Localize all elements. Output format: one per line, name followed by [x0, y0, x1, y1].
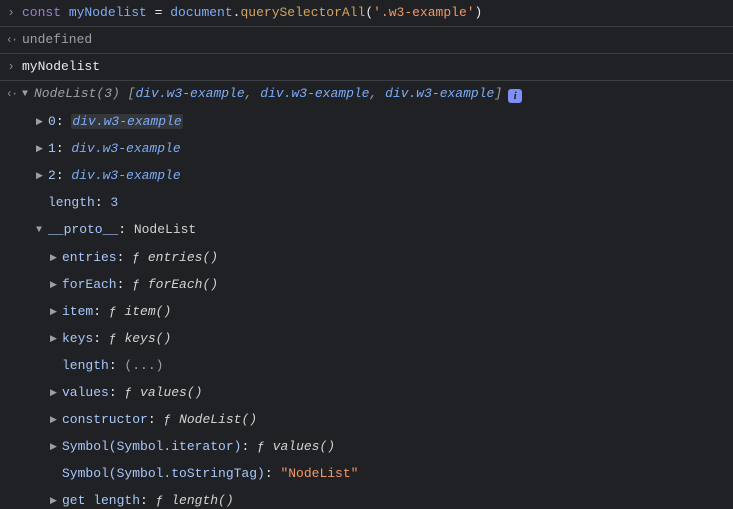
disclosure-triangle-down-icon[interactable]: ▼: [36, 219, 46, 243]
disclosure-triangle-icon[interactable]: ▶: [36, 110, 46, 134]
disclosure-triangle-icon[interactable]: ▶: [50, 408, 60, 432]
method-row[interactable]: ▶get length: ƒ length(): [0, 488, 733, 509]
method-row[interactable]: ▶keys: ƒ keys(): [0, 326, 733, 353]
disclosure-triangle-icon[interactable]: ▶: [50, 273, 60, 297]
method-row[interactable]: ▶forEach: ƒ forEach(): [0, 272, 733, 299]
element-preview[interactable]: div.w3-example: [260, 86, 369, 101]
length-value: 3: [110, 195, 118, 210]
index-key: 1: [48, 141, 56, 156]
method-row[interactable]: ▶item: ƒ item(): [0, 299, 733, 326]
disclosure-triangle-icon[interactable]: ▶: [50, 246, 60, 270]
element-preview[interactable]: div.w3-example: [135, 86, 244, 101]
method-qsa: querySelectorAll: [240, 5, 365, 20]
string-arg: '.w3-example': [373, 5, 474, 20]
disclosure-triangle-down-icon[interactable]: ▼: [22, 83, 32, 107]
disclosure-triangle-icon[interactable]: ▶: [50, 435, 60, 459]
proto-key: __proto__: [48, 222, 118, 237]
method-row[interactable]: ▶entries: ƒ entries(): [0, 245, 733, 272]
index-key: 0: [48, 114, 56, 129]
keyword-const: const: [22, 5, 61, 20]
undefined-result: undefined: [22, 28, 733, 52]
element-preview[interactable]: div.w3-example: [385, 86, 494, 101]
property-row[interactable]: length: 3: [0, 190, 733, 217]
console-input-1[interactable]: › const myNodelist = document.querySelec…: [0, 0, 733, 27]
console-output-1: undefined: [0, 27, 733, 54]
code-line: const myNodelist = document.querySelecto…: [22, 1, 733, 25]
disclosure-triangle-icon[interactable]: ▶: [50, 381, 60, 405]
property-row[interactable]: length: (...): [0, 353, 733, 380]
property-row[interactable]: ▶0: div.w3-example: [0, 109, 733, 136]
element-link[interactable]: div.w3-example: [71, 114, 182, 129]
property-row[interactable]: ▶1: div.w3-example: [0, 136, 733, 163]
output-icon: [0, 82, 22, 106]
identifier: myNodelist: [69, 5, 147, 20]
disclosure-triangle-icon[interactable]: ▶: [36, 137, 46, 161]
length-key: length: [48, 195, 95, 210]
disclosure-triangle-icon[interactable]: ▶: [50, 327, 60, 351]
element-link[interactable]: div.w3-example: [71, 168, 180, 183]
method-row[interactable]: ▶values: ƒ values(): [0, 380, 733, 407]
object-summary-row[interactable]: ▼NodeList(3) [div.w3-example, div.w3-exa…: [0, 81, 733, 109]
prompt-icon: ›: [0, 1, 22, 25]
disclosure-triangle-icon[interactable]: ▶: [36, 164, 46, 188]
index-key: 2: [48, 168, 56, 183]
disclosure-triangle-icon[interactable]: ▶: [50, 300, 60, 324]
code-line: myNodelist: [22, 55, 733, 79]
method-row[interactable]: ▶Symbol(Symbol.iterator): ƒ values(): [0, 434, 733, 461]
output-icon: [0, 28, 22, 52]
prompt-icon: ›: [0, 55, 22, 79]
info-icon[interactable]: i: [508, 89, 522, 103]
getter-placeholder[interactable]: (...): [124, 358, 163, 373]
property-row[interactable]: Symbol(Symbol.toStringTag): "NodeList": [0, 461, 733, 488]
object-document: document: [170, 5, 232, 20]
proto-row[interactable]: ▼__proto__: NodeList: [0, 217, 733, 245]
disclosure-triangle-icon[interactable]: ▶: [50, 489, 60, 509]
proto-value: NodeList: [134, 222, 196, 237]
console-input-2[interactable]: › myNodelist: [0, 54, 733, 81]
string-value: "NodeList": [280, 466, 358, 481]
method-row[interactable]: ▶constructor: ƒ NodeList(): [0, 407, 733, 434]
property-row[interactable]: ▶2: div.w3-example: [0, 163, 733, 190]
object-summary[interactable]: ▼NodeList(3) [div.w3-example, div.w3-exa…: [22, 82, 733, 108]
element-link[interactable]: div.w3-example: [71, 141, 180, 156]
